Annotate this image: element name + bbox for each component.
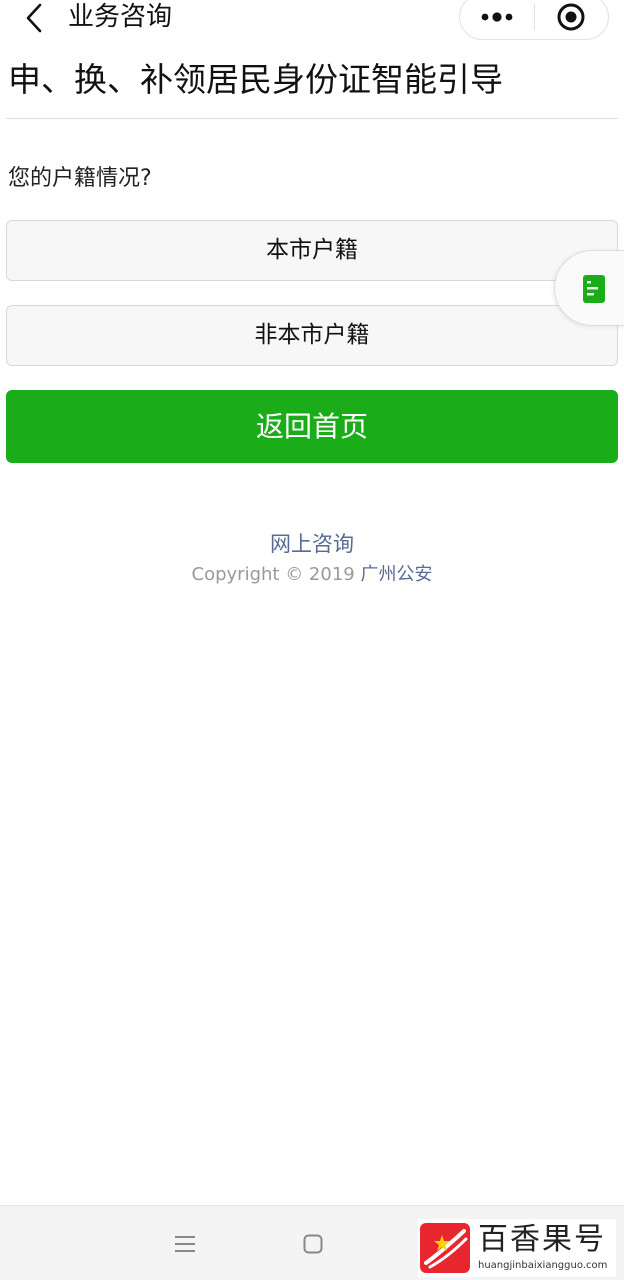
- option-local-hukou-button[interactable]: 本市户籍: [6, 220, 618, 281]
- system-menu-button[interactable]: [171, 1230, 199, 1258]
- watermark-text: 百香果号: [478, 1222, 606, 1257]
- copyright-line: Copyright © 2019 广州公安: [0, 562, 624, 588]
- watermark: 百香果号 huangjinbaixiangguo.com: [418, 1219, 616, 1277]
- watermark-url: huangjinbaixiangguo.com: [478, 1260, 608, 1271]
- menu-lines-icon: [175, 1236, 195, 1252]
- online-consult-label: 网上咨询: [270, 532, 354, 556]
- mini-program-capsule: [459, 0, 609, 40]
- option-nonlocal-hukou-button[interactable]: 非本市户籍: [6, 305, 618, 366]
- question-text: 您的户籍情况?: [8, 166, 152, 191]
- chevron-left-icon: [26, 3, 42, 33]
- square-home-icon: [303, 1234, 323, 1254]
- floating-side-tab[interactable]: [554, 250, 624, 326]
- navigation-bar: 业务咨询: [0, 0, 624, 40]
- page-title: 申、换、补领居民身份证智能引导: [8, 60, 503, 99]
- back-button[interactable]: [18, 2, 50, 34]
- title-divider: [6, 118, 618, 119]
- document-icon: [583, 275, 605, 303]
- more-dots-icon: [481, 12, 513, 22]
- online-consult-link[interactable]: 网上咨询: [0, 530, 624, 558]
- copyright-prefix: Copyright © 2019: [191, 564, 355, 585]
- nav-title: 业务咨询: [68, 2, 173, 32]
- close-mini-program-button[interactable]: [535, 0, 609, 39]
- more-button[interactable]: [460, 0, 534, 39]
- return-home-button[interactable]: 返回首页: [6, 390, 618, 463]
- capsule-close-icon: [557, 3, 585, 31]
- watermark-logo-icon: [420, 1223, 470, 1273]
- system-home-button[interactable]: [299, 1230, 327, 1258]
- copyright-org-link[interactable]: 广州公安: [360, 564, 432, 585]
